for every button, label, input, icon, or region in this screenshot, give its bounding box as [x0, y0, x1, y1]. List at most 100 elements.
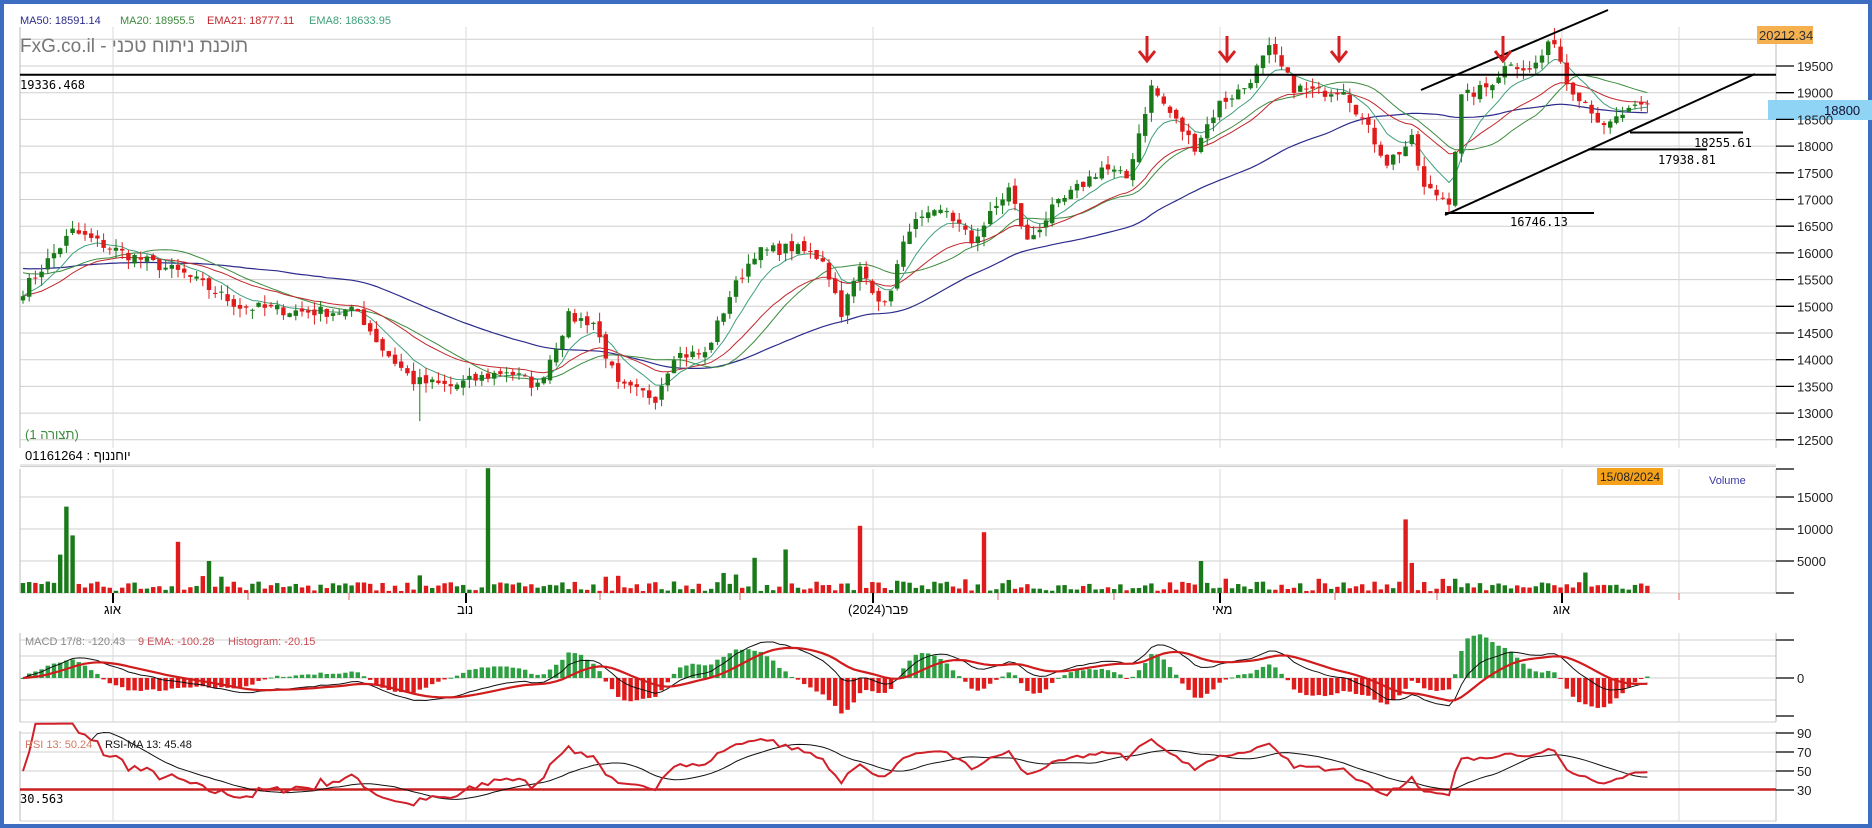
volume-bar: [461, 584, 466, 593]
y-tick-label: 13000: [1797, 406, 1833, 421]
macd-histogram-bar: [1192, 678, 1197, 698]
macd-histogram-bar: [107, 678, 112, 684]
macd-histogram-bar: [1434, 678, 1439, 691]
macd-histogram-bar: [448, 677, 453, 679]
macd-histogram-bar: [1353, 678, 1359, 694]
candle-up: [20, 296, 26, 301]
volume-bar: [1248, 588, 1253, 593]
volume-bar: [647, 583, 652, 593]
candle-up: [330, 313, 336, 316]
candle-down: [1639, 102, 1644, 105]
candle-down: [120, 248, 125, 251]
candle-up: [1477, 85, 1483, 100]
volume-bar: [523, 586, 528, 593]
volume-bar: [132, 582, 137, 593]
macd-histogram-bar: [628, 678, 633, 702]
resistance-label: 19336.468: [20, 78, 85, 92]
volume-bar: [913, 587, 918, 593]
candle-up: [1093, 177, 1098, 179]
volume-bar: [175, 541, 181, 593]
grid: [20, 38, 1776, 822]
chart-canvas[interactable]: MA50: 18591.14 MA20: 18955.5 EMA21: 1877…: [0, 0, 1872, 828]
candle-up: [709, 342, 714, 350]
volume-bar: [1564, 584, 1569, 593]
candles: [20, 27, 1650, 422]
macd-histogram-bar: [1471, 635, 1476, 678]
volume-bar: [107, 587, 112, 593]
macd-histogram-bar: [95, 673, 100, 678]
candle-up: [1298, 85, 1303, 92]
candle-down: [523, 375, 528, 377]
macd-histogram-bar: [1564, 678, 1569, 689]
volume-bar: [783, 549, 788, 593]
candle-down: [622, 381, 627, 384]
y-tick-label: 16000: [1797, 246, 1833, 261]
candle-down: [411, 370, 416, 385]
volume-bar: [355, 582, 360, 593]
candle-up: [1143, 113, 1148, 136]
macd-histogram-bar: [175, 678, 181, 688]
macd-histogram-bar: [1155, 654, 1160, 678]
moving-averages: [22, 58, 1648, 386]
rsi-tick-label: 90: [1797, 726, 1811, 741]
macd-histogram-bar: [337, 673, 342, 678]
volume-bar: [870, 582, 875, 593]
candle-down: [876, 290, 881, 302]
candle-down: [1397, 151, 1402, 155]
candle-down: [423, 375, 429, 384]
macd-histogram-bar: [355, 672, 360, 678]
volume-bar: [89, 583, 94, 593]
volume-bar: [1093, 589, 1098, 593]
macd-histogram-bar: [82, 665, 88, 678]
candle-up: [578, 318, 584, 321]
candle-up: [256, 302, 261, 307]
candle-up: [1037, 229, 1042, 233]
candle-up: [1205, 124, 1210, 139]
volume-bar: [1558, 587, 1563, 593]
candle-up: [1620, 114, 1625, 119]
candle-up: [163, 267, 168, 270]
candle-up: [1453, 151, 1458, 206]
candle-down: [1223, 97, 1228, 102]
volume-bar: [1267, 589, 1272, 593]
candle-up: [516, 373, 522, 375]
volume-bar: [671, 581, 677, 593]
volume-bar: [1527, 587, 1532, 593]
macd-histogram-bar: [603, 678, 608, 682]
macd-histogram-bar: [696, 664, 701, 678]
volume-bar: [659, 589, 664, 593]
candle-down: [882, 301, 887, 303]
macd-histogram-bar: [523, 669, 528, 678]
candle-down: [1601, 123, 1607, 126]
volume-bar: [1477, 583, 1483, 593]
support-label-2: 17938.81: [1658, 153, 1716, 167]
candle-up: [1409, 134, 1414, 145]
volume-tick-label: 15000: [1797, 490, 1833, 505]
volume-bar: [709, 588, 714, 593]
macd-histogram-bar: [1577, 678, 1582, 703]
volume-bar: [597, 590, 602, 593]
candle-down: [1484, 83, 1489, 88]
volume-bar: [287, 586, 292, 593]
volume-bar: [58, 554, 63, 593]
candle-up: [1229, 98, 1235, 100]
macd-histogram-bar: [1167, 667, 1173, 678]
volume-bar: [678, 589, 683, 593]
volume-bar: [1081, 586, 1086, 593]
volume-bar: [1372, 581, 1377, 593]
y-tick-label: 12500: [1797, 433, 1833, 448]
volume-bar: [864, 587, 869, 593]
volume-bar: [1570, 587, 1576, 593]
candle-down: [814, 249, 819, 259]
macd-histogram-bar: [467, 669, 472, 678]
candle-down: [1366, 117, 1371, 125]
candle-up: [1099, 167, 1104, 179]
candle-up: [250, 309, 255, 311]
candle-down: [312, 309, 317, 316]
volume-bar: [547, 584, 553, 593]
volume-bar: [901, 581, 906, 593]
macd-histogram-bar: [1465, 638, 1470, 678]
volume-bar: [454, 586, 460, 593]
macd-histogram-bar: [318, 672, 323, 678]
volume-bar: [926, 589, 931, 593]
